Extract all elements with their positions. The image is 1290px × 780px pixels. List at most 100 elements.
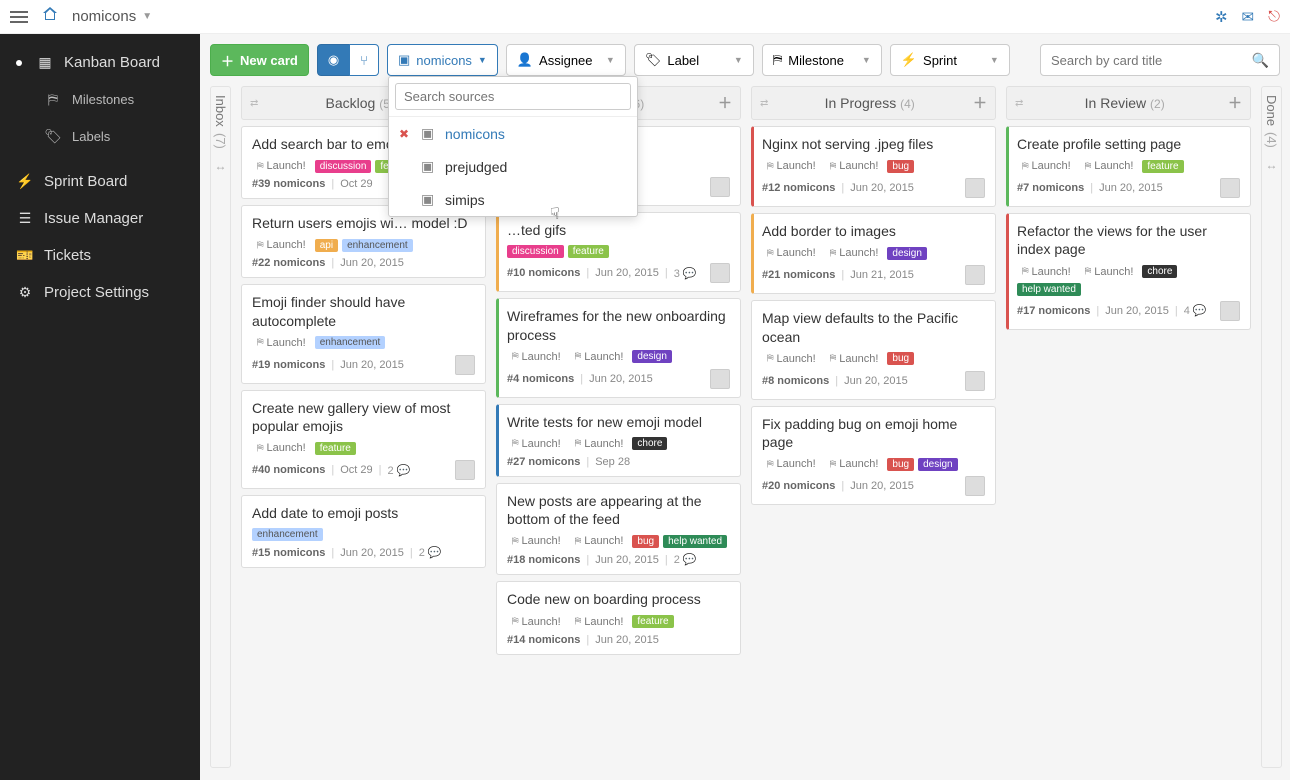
sidebar-item-kanban[interactable]: ▦ Kanban Board: [0, 44, 200, 81]
inbox-rail[interactable]: Inbox (7) ↔: [210, 86, 231, 768]
card-date: Oct 29: [340, 464, 372, 476]
kanban-card[interactable]: Add date to emoji postsenhancement#15 no…: [241, 495, 486, 568]
card-title: Add border to images: [762, 222, 985, 240]
card-date: Jun 20, 2015: [340, 257, 404, 269]
column-header[interactable]: ⇄In Review (2)＋: [1006, 86, 1251, 120]
kanban-card[interactable]: Nginx not serving .jpeg files⛿Launch!⛿La…: [751, 126, 996, 207]
assignee-avatar: [455, 460, 475, 480]
add-card-icon[interactable]: ＋: [718, 93, 732, 113]
sep: |: [379, 464, 382, 476]
drag-handle-icon[interactable]: ⇄: [760, 98, 766, 109]
assignee-filter-dropdown[interactable]: 👤 Assignee ▼: [506, 44, 626, 76]
milestone-tag: ⛿Launch!: [507, 437, 566, 451]
kanban-card[interactable]: Emoji finder should have autocomplete⛿La…: [241, 284, 486, 383]
sidebar-item-labels[interactable]: 🏷 Labels: [0, 118, 200, 155]
milestone-icon: ⛿: [575, 536, 582, 547]
home-icon[interactable]: [42, 6, 58, 27]
sprint-label: Sprint: [923, 53, 957, 68]
kanban-card[interactable]: …ted gifsdiscussionfeature#10 nomicons|J…: [496, 212, 741, 292]
assignee-avatar: [965, 371, 985, 391]
add-card-icon[interactable]: ＋: [1228, 93, 1242, 113]
menu-toggle-icon[interactable]: [10, 11, 28, 23]
drag-handle-icon[interactable]: ⇄: [250, 98, 256, 109]
comment-count: 2 💬: [419, 546, 442, 559]
kanban-card[interactable]: Fix padding bug on emoji home page⛿Launc…: [751, 406, 996, 505]
sep: |: [580, 373, 583, 385]
card-tags: ⛿Launch!⛿Launch!bugdesign: [762, 457, 985, 471]
pr-toggle[interactable]: ⑂: [349, 44, 379, 76]
top-bar: nomicons ▼ ✲ ✉ ⎋: [0, 0, 1290, 34]
remove-source-icon[interactable]: ✖: [399, 127, 411, 141]
kanban-card[interactable]: Code new on boarding process⛿Launch!⛿Lau…: [496, 581, 741, 654]
milestone-icon: ⛿: [830, 353, 837, 364]
sidebar-item-milestones[interactable]: ⛿ Milestones: [0, 81, 200, 118]
milestone-tag: ⛿Launch!: [507, 350, 566, 364]
kanban-card[interactable]: Add border to images⛿Launch!⛿Launch!desi…: [751, 213, 996, 294]
drag-handle-icon[interactable]: ⇄: [1015, 98, 1021, 109]
done-rail[interactable]: Done (4) ↔: [1261, 86, 1282, 768]
project-breadcrumb[interactable]: nomicons ▼: [72, 8, 152, 25]
new-card-label: New card: [240, 53, 298, 68]
sidebar-item-settings[interactable]: ⚙ Project Settings: [0, 274, 200, 311]
milestone-filter-dropdown[interactable]: ⛿ Milestone ▼: [762, 44, 882, 76]
repo-filter-dropdown[interactable]: ▣ nomicons ▼: [387, 44, 498, 76]
milestone-tag: ⛿Launch!: [252, 238, 311, 252]
sidebar-item-issues[interactable]: ☰ Issue Manager: [0, 200, 200, 237]
settings-gear-icon[interactable]: ✲: [1215, 8, 1228, 26]
kanban-card[interactable]: New posts are appearing at the bottom of…: [496, 483, 741, 575]
sep: |: [1096, 305, 1099, 317]
kanban-card[interactable]: Write tests for new emoji model⛿Launch!⛿…: [496, 404, 741, 477]
card-search-input[interactable]: 🔍: [1040, 44, 1280, 76]
search-icon: 🔍: [1252, 52, 1269, 69]
sep: |: [665, 554, 668, 566]
column-title: In Progress (4): [772, 95, 967, 111]
card-date: Jun 20, 2015: [850, 480, 914, 492]
label-badge: chore: [632, 437, 667, 450]
source-item-prejudged[interactable]: ▣ prejudged: [389, 150, 637, 183]
logout-icon[interactable]: ⎋: [1268, 8, 1280, 25]
card-id: #19 nomicons: [252, 359, 325, 371]
add-card-icon[interactable]: ＋: [973, 93, 987, 113]
new-card-button[interactable]: ＋ New card: [210, 44, 309, 76]
milestone-tag: ⛿Launch!: [825, 246, 884, 260]
card-date: Jun 21, 2015: [850, 269, 914, 281]
sidebar-item-tickets[interactable]: 🎫 Tickets: [0, 237, 200, 274]
sprint-filter-dropdown[interactable]: ⚡ Sprint ▼: [890, 44, 1010, 76]
milestone-icon: ⛿: [767, 248, 774, 259]
milestone-tag: ⛿Launch!: [1080, 265, 1139, 279]
sep: |: [1175, 305, 1178, 317]
card-date: Jun 20, 2015: [595, 554, 659, 566]
comment-count: 4 💬: [1184, 304, 1207, 317]
kanban-card[interactable]: Create profile setting page⛿Launch!⛿Laun…: [1006, 126, 1251, 207]
card-id: #18 nomicons: [507, 554, 580, 566]
sprint-icon: ⚡: [16, 173, 34, 190]
source-name: nomicons: [445, 126, 505, 142]
source-item-simips[interactable]: ▣ simips: [389, 183, 637, 216]
kanban-card[interactable]: Create new gallery view of most popular …: [241, 390, 486, 489]
search-field[interactable]: [1051, 53, 1252, 68]
label-badge: enhancement: [252, 528, 323, 541]
column-header[interactable]: ⇄ In Progress (4) ＋: [751, 86, 996, 120]
label-badge: feature: [315, 442, 356, 455]
card-title: New posts are appearing at the bottom of…: [507, 492, 730, 528]
mail-icon[interactable]: ✉: [1242, 8, 1255, 26]
issues-toggle[interactable]: ◉: [317, 44, 350, 76]
assignee-avatar: [710, 369, 730, 389]
sidebar-item-sprint[interactable]: ⚡ Sprint Board: [0, 163, 200, 200]
kanban-card[interactable]: Wireframes for the new onboarding proces…: [496, 298, 741, 397]
milestone-icon: ⛿: [767, 161, 774, 172]
breadcrumb-project: nomicons: [72, 8, 136, 25]
card-id: #17 nomicons: [1017, 305, 1090, 317]
milestone-tag: ⛿Launch!: [252, 441, 311, 455]
card-tags: ⛿Launch!⛿Launch!chore: [507, 437, 730, 451]
kanban-card[interactable]: Map view defaults to the Pacific ocean⛿L…: [751, 300, 996, 399]
sources-search-input[interactable]: [395, 83, 631, 110]
kanban-card[interactable]: Refactor the views for the user index pa…: [1006, 213, 1251, 329]
card-meta: #14 nomicons|Jun 20, 2015: [507, 634, 730, 646]
milestone-icon: ⛿: [575, 438, 582, 449]
repo-icon: ▣: [421, 158, 435, 175]
source-item-nomicons[interactable]: ✖ ▣ nomicons: [389, 117, 637, 150]
label-filter-dropdown[interactable]: 🏷 Label ▼: [634, 44, 754, 76]
expand-icon: ↔: [215, 159, 227, 173]
label-badge: feature: [1142, 160, 1183, 173]
